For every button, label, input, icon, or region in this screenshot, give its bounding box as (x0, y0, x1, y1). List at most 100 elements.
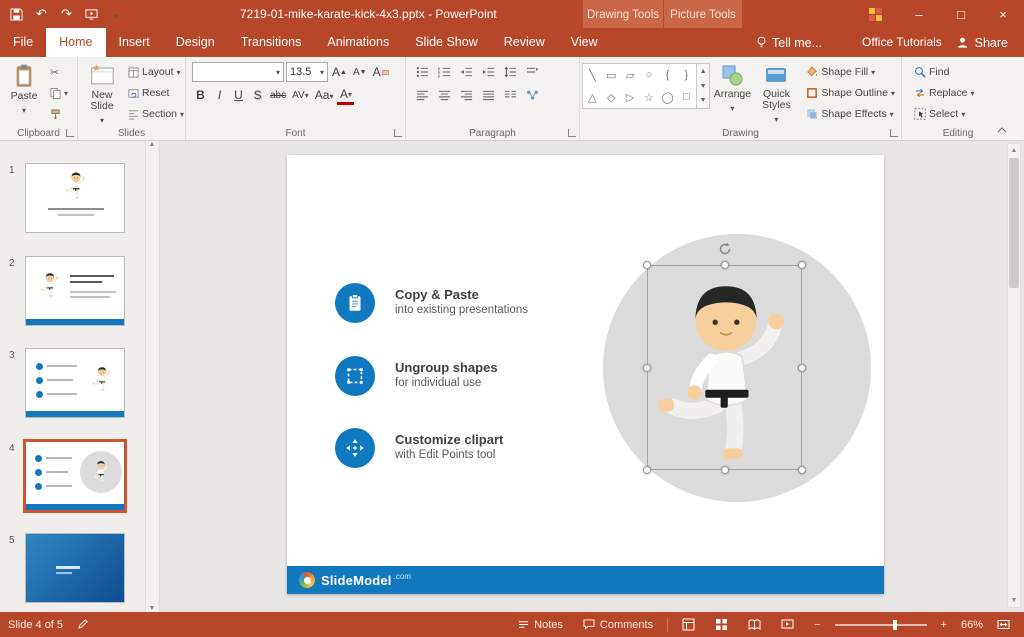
section-button[interactable]: Section (124, 104, 188, 124)
resize-handle-e[interactable] (798, 364, 806, 372)
selection-box[interactable] (647, 265, 802, 470)
font-color-button[interactable]: A (337, 85, 354, 105)
font-size-combo[interactable] (286, 62, 328, 82)
thumbnail-scrollbar[interactable]: ▲ ▼ (145, 141, 158, 612)
character-spacing-button[interactable]: AV (290, 85, 311, 105)
shape-fill-button[interactable]: Shape Fill (802, 62, 899, 82)
select-button[interactable]: Select (910, 104, 1012, 124)
underline-button[interactable]: U (230, 85, 247, 105)
italic-button[interactable]: I (211, 85, 228, 105)
resize-handle-s[interactable] (721, 466, 729, 474)
arrange-button[interactable]: Arrange (710, 60, 754, 126)
slide-thumbnail-4[interactable] (25, 441, 125, 511)
format-painter-button[interactable] (46, 104, 72, 124)
scroll-up-icon[interactable]: ▲ (149, 141, 156, 148)
reset-button[interactable]: Reset (124, 83, 188, 103)
rotate-handle[interactable] (718, 242, 732, 261)
shape-rectangle-icon[interactable]: ▭ (606, 69, 616, 82)
slide-thumbnail-1[interactable] (25, 163, 125, 233)
shape-oval-icon[interactable]: ○ (645, 69, 652, 81)
gallery-down-icon[interactable]: ▼ (697, 79, 710, 94)
slide-canvas[interactable]: Copy & Paste into existing presentations… (287, 155, 884, 594)
tab-transitions[interactable]: Transitions (228, 28, 315, 57)
increase-indent-button[interactable] (478, 62, 498, 82)
minimize-button[interactable]: – (898, 0, 940, 28)
font-size-input[interactable] (290, 66, 318, 78)
shape-brace-left-icon[interactable]: { (666, 69, 670, 81)
text-direction-button[interactable] (522, 62, 542, 82)
notes-button[interactable]: Notes (512, 612, 569, 637)
resize-handle-se[interactable] (798, 466, 806, 474)
numbering-button[interactable] (434, 62, 454, 82)
quick-styles-button[interactable]: Quick Styles (754, 60, 798, 126)
bold-button[interactable]: B (192, 85, 209, 105)
feature-item[interactable]: Customize clipart with Edit Points tool (335, 428, 503, 468)
feature-item[interactable]: Ungroup shapes for individual use (335, 356, 498, 396)
reading-view-button[interactable] (742, 612, 767, 637)
customize-qat-button[interactable] (104, 0, 129, 28)
resize-handle-n[interactable] (721, 261, 729, 269)
shape-diamond-icon[interactable]: ◇ (607, 91, 615, 104)
gallery-up-icon[interactable]: ▲ (697, 64, 710, 79)
redo-button[interactable]: ↷ (54, 0, 79, 28)
office-tutorials-button[interactable]: Office Tutorials (862, 28, 942, 57)
zoom-out-button[interactable]: − (808, 612, 826, 637)
spell-check-button[interactable] (71, 612, 94, 637)
close-button[interactable]: × (982, 0, 1024, 28)
bullets-button[interactable] (412, 62, 432, 82)
zoom-level[interactable]: 66% (961, 619, 983, 631)
tab-view[interactable]: View (558, 28, 611, 57)
slide-thumbnail-3[interactable] (25, 348, 125, 418)
shape-outline-button[interactable]: Shape Outline (802, 83, 899, 103)
zoom-slider-thumb[interactable] (893, 620, 897, 630)
clear-formatting-button[interactable]: A (371, 62, 391, 82)
tab-file[interactable]: File (0, 28, 46, 57)
shrink-font-button[interactable]: A▼ (351, 62, 369, 82)
shape-square-icon[interactable]: □ (683, 91, 690, 103)
drawing-dialog-launcher[interactable] (890, 129, 898, 137)
grow-font-button[interactable]: A▲ (330, 62, 349, 82)
new-slide-button[interactable]: New Slide (80, 60, 124, 126)
resize-handle-sw[interactable] (643, 466, 651, 474)
align-left-button[interactable] (412, 85, 432, 105)
scrollbar-thumb[interactable] (1009, 158, 1019, 288)
resize-handle-ne[interactable] (798, 261, 806, 269)
text-shadow-button[interactable]: S (249, 85, 266, 105)
shape-triangle-icon[interactable]: △ (588, 91, 596, 104)
cut-button[interactable]: ✂ (46, 62, 72, 82)
comments-button[interactable]: Comments (577, 612, 659, 637)
slideshow-view-button[interactable] (775, 612, 800, 637)
paste-button[interactable]: Paste (2, 60, 46, 126)
font-name-combo[interactable] (192, 62, 284, 82)
layout-button[interactable]: Layout (124, 62, 188, 82)
shape-circle-icon[interactable]: ◯ (661, 91, 673, 104)
clipboard-dialog-launcher[interactable] (66, 129, 74, 137)
collapse-ribbon-button[interactable] (995, 124, 1009, 136)
fit-to-window-button[interactable] (991, 612, 1016, 637)
tab-home[interactable]: Home (46, 28, 105, 57)
gallery-more-icon[interactable]: ▼ (697, 93, 710, 108)
paragraph-dialog-launcher[interactable] (568, 129, 576, 137)
change-case-button[interactable]: Aa (313, 85, 336, 105)
scroll-down-icon[interactable]: ▼ (149, 605, 156, 612)
slide-thumbnail-2[interactable] (25, 256, 125, 326)
tell-me-box[interactable]: Tell me... (748, 28, 830, 57)
shape-line-icon[interactable]: ╲ (589, 69, 596, 82)
tab-animations[interactable]: Animations (314, 28, 402, 57)
shape-parallelogram-icon[interactable]: ▱ (626, 69, 634, 82)
find-button[interactable]: Find (910, 62, 1012, 82)
resize-handle-nw[interactable] (643, 261, 651, 269)
resize-handle-w[interactable] (643, 364, 651, 372)
zoom-in-button[interactable]: + (935, 612, 953, 637)
tab-design[interactable]: Design (163, 28, 228, 57)
shape-star-icon[interactable]: ☆ (644, 91, 654, 104)
slide-thumbnail-5[interactable] (25, 533, 125, 603)
share-button[interactable]: Share (946, 28, 1018, 57)
maximize-button[interactable]: □ (940, 0, 982, 28)
font-name-input[interactable] (196, 66, 274, 78)
main-scrollbar[interactable]: ▲ ▼ (1007, 143, 1021, 608)
columns-button[interactable] (500, 85, 520, 105)
start-slideshow-button[interactable] (79, 0, 104, 28)
zoom-slider[interactable] (835, 624, 927, 626)
copy-button[interactable] (46, 83, 72, 103)
